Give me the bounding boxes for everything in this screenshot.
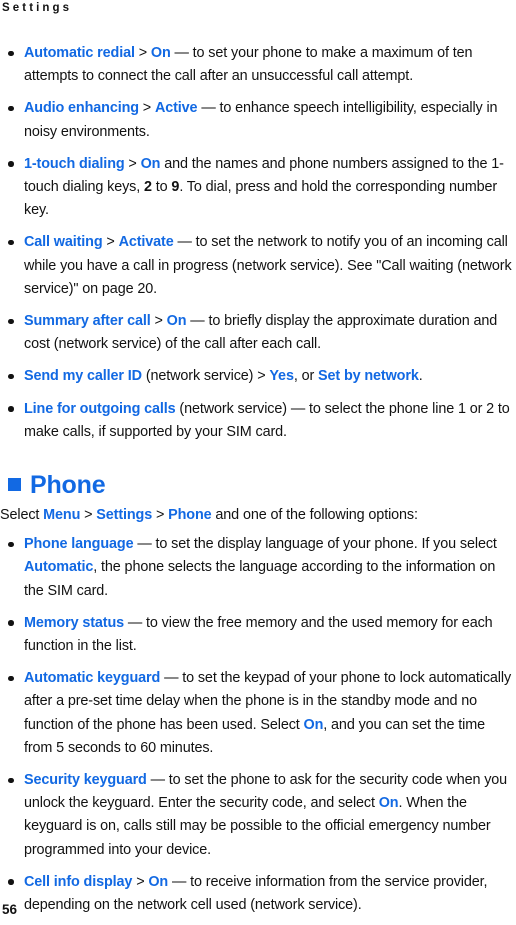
menu-term: Phone language bbox=[24, 536, 134, 553]
list-item: 1-touch dialing > On and the names and p… bbox=[0, 153, 516, 223]
menu-term: Automatic keyguard bbox=[24, 670, 161, 687]
menu-term: On bbox=[148, 873, 169, 890]
body-text: > bbox=[124, 155, 141, 172]
list-item: Summary after call > On — to briefly dis… bbox=[0, 310, 516, 356]
body-text: > bbox=[138, 100, 155, 117]
square-bullet-icon bbox=[8, 478, 21, 492]
body-text: — to set the display language of your ph… bbox=[133, 536, 497, 553]
page-number: 56 bbox=[2, 902, 18, 917]
bullet-dot-icon bbox=[8, 105, 14, 112]
bullet-dot-icon bbox=[8, 879, 14, 885]
call-settings-list: Automatic redial > On — to set your phon… bbox=[0, 42, 516, 444]
phone-section-heading: Phone bbox=[0, 470, 516, 500]
bullet-dot-icon bbox=[8, 541, 14, 548]
menu-term: Phone bbox=[168, 507, 212, 524]
list-item: Send my caller ID (network service) > Ye… bbox=[0, 365, 516, 388]
menu-term: On bbox=[140, 155, 161, 172]
body-text: > bbox=[134, 45, 151, 61]
body-text: > bbox=[150, 313, 167, 330]
menu-term: Active bbox=[154, 100, 198, 117]
page-content: Automatic redial > On — to set your phon… bbox=[0, 42, 516, 925]
bullet-dot-icon bbox=[8, 161, 14, 167]
menu-term: Activate bbox=[118, 234, 174, 251]
bullet-dot-icon bbox=[8, 675, 14, 682]
phone-section-lead: Select Menu > Settings > Phone and one o… bbox=[0, 504, 516, 527]
list-item: Memory status — to view the free memory … bbox=[0, 612, 516, 658]
body-text: to bbox=[151, 179, 172, 196]
manual-page: Settings Automatic redial > On — to set … bbox=[0, 0, 516, 925]
menu-term: Yes bbox=[269, 368, 294, 385]
list-item: Line for outgoing calls (network service… bbox=[0, 398, 516, 444]
list-item: Cell info display > On — to receive info… bbox=[0, 871, 516, 917]
body-text: . bbox=[418, 368, 423, 385]
list-item: Automatic redial > On — to set your phon… bbox=[0, 42, 516, 88]
bullet-dot-icon bbox=[8, 406, 14, 412]
menu-term: Automatic redial bbox=[24, 45, 135, 61]
menu-term: On bbox=[150, 45, 171, 61]
body-text: Select bbox=[0, 507, 44, 524]
list-item: Security keyguard — to set the phone to … bbox=[0, 769, 516, 862]
menu-term: Call waiting bbox=[24, 234, 103, 251]
menu-term: On bbox=[378, 795, 399, 812]
emphasis-text: 2 bbox=[144, 179, 152, 196]
menu-term: Automatic bbox=[24, 559, 94, 576]
bullet-dot-icon bbox=[8, 373, 14, 380]
bullet-dot-icon bbox=[8, 318, 14, 325]
menu-term: On bbox=[166, 313, 187, 330]
phone-options-list: Phone language — to set the display lang… bbox=[0, 533, 516, 917]
bullet-dot-icon bbox=[8, 777, 14, 784]
body-text: > bbox=[80, 507, 97, 524]
body-text: > bbox=[152, 507, 169, 524]
phone-section: Phone Select Menu > Settings > Phone and… bbox=[0, 470, 516, 917]
running-header: Settings bbox=[2, 2, 73, 14]
list-item: Audio enhancing > Active — to enhance sp… bbox=[0, 97, 516, 143]
body-text: , the phone selects the language accordi… bbox=[24, 559, 496, 599]
bullet-dot-icon bbox=[8, 620, 14, 626]
menu-term: On bbox=[303, 716, 324, 733]
menu-term: Set by network bbox=[318, 368, 419, 385]
menu-term: Summary after call bbox=[24, 313, 151, 330]
list-item: Call waiting > Activate — to set the net… bbox=[0, 231, 516, 301]
body-text: > bbox=[102, 234, 119, 251]
bullet-dot-icon bbox=[8, 50, 14, 56]
body-text: (network service) > bbox=[141, 368, 270, 385]
menu-term: Security keyguard bbox=[24, 772, 147, 789]
menu-term: Cell info display bbox=[24, 873, 133, 890]
menu-term: Line for outgoing calls bbox=[24, 400, 176, 417]
menu-term: Settings bbox=[96, 507, 153, 524]
menu-term: 1-touch dialing bbox=[24, 155, 125, 172]
menu-term: Menu bbox=[43, 507, 81, 524]
bullet-dot-icon bbox=[8, 239, 14, 246]
phone-section-heading-label: Phone bbox=[30, 471, 106, 500]
menu-term: Audio enhancing bbox=[24, 100, 139, 117]
body-text: > bbox=[132, 873, 149, 890]
menu-term: Send my caller ID bbox=[24, 368, 142, 385]
body-text: and one of the following options: bbox=[211, 507, 418, 524]
list-item: Automatic keyguard — to set the keypad o… bbox=[0, 667, 516, 760]
list-item: Phone language — to set the display lang… bbox=[0, 533, 516, 603]
menu-term: Memory status bbox=[24, 614, 125, 631]
body-text: , or bbox=[293, 368, 319, 385]
